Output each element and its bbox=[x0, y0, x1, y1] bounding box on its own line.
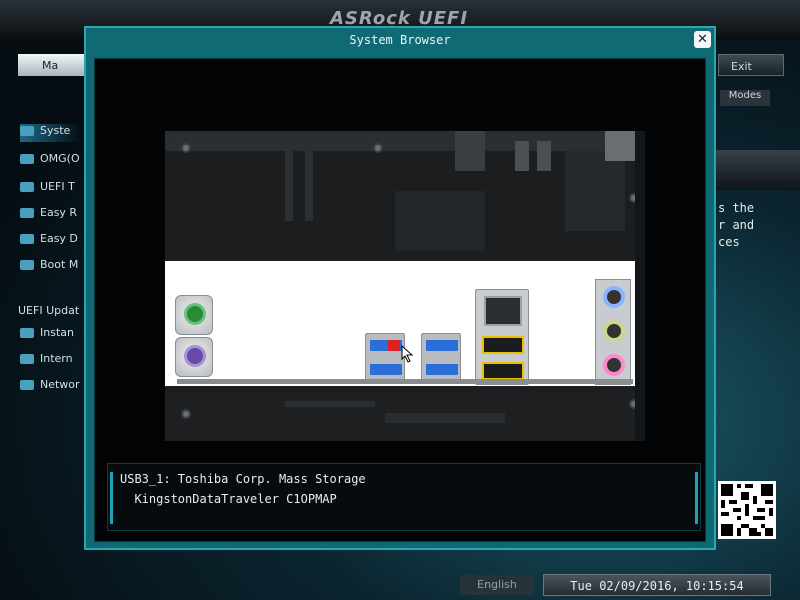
sidebar-item-easy-raid[interactable]: Easy R bbox=[20, 206, 77, 224]
easy-raid-icon bbox=[20, 208, 34, 218]
easy-driver-icon bbox=[20, 234, 34, 244]
language-button[interactable]: English bbox=[460, 575, 534, 595]
sidebar-item-system[interactable]: Syste bbox=[20, 124, 81, 142]
dialog-title: System Browser bbox=[349, 33, 451, 47]
dialog-content: USB3_1: Toshiba Corp. Mass Storage Kings… bbox=[94, 58, 706, 542]
boot-icon bbox=[20, 260, 34, 270]
sidebar-item-omg[interactable]: OMG(O bbox=[20, 152, 80, 170]
usb3-port-1[interactable] bbox=[365, 333, 405, 381]
lan-port[interactable] bbox=[475, 289, 529, 385]
uefi-update-heading: UEFI Updat bbox=[18, 304, 80, 317]
line-out-jack[interactable] bbox=[603, 320, 625, 342]
ps2-keyboard-port[interactable] bbox=[175, 295, 213, 335]
modes-button[interactable]: Modes bbox=[720, 90, 770, 106]
rear-io-panel bbox=[165, 261, 645, 386]
usb3-port-2[interactable] bbox=[421, 333, 461, 381]
sidebar-item-internet-flash[interactable]: Intern bbox=[20, 352, 73, 370]
system-icon bbox=[20, 126, 34, 136]
uefi-tech-icon bbox=[20, 182, 34, 192]
device-info-panel: USB3_1: Toshiba Corp. Mass Storage Kings… bbox=[107, 463, 701, 531]
sidebar-item-uefi-tech[interactable]: UEFI T bbox=[20, 180, 75, 198]
audio-ports bbox=[595, 279, 631, 385]
sidebar-item-easy-driver[interactable]: Easy D bbox=[20, 232, 78, 250]
close-button[interactable]: ✕ bbox=[694, 31, 711, 48]
system-browser-dialog: System Browser ✕ USB3_1: Toshiba Corp. M… bbox=[84, 26, 716, 550]
description-text: s the r and ces bbox=[718, 201, 755, 249]
datetime-display: Tue 02/09/2016, 10:15:54 bbox=[543, 574, 771, 596]
sidebar-item-boot[interactable]: Boot M bbox=[20, 258, 78, 276]
device-info-line-1: USB3_1: Toshiba Corp. Mass Storage bbox=[120, 472, 366, 486]
mic-in-jack[interactable] bbox=[603, 354, 625, 376]
omg-icon bbox=[20, 154, 34, 164]
device-info-line-2: KingstonDataTraveler C1OPMAP bbox=[120, 492, 337, 506]
qr-code-icon bbox=[718, 481, 776, 539]
right-panel-header bbox=[716, 150, 800, 190]
instant-flash-icon bbox=[20, 328, 34, 338]
sidebar-item-instant-flash[interactable]: Instan bbox=[20, 326, 74, 344]
internet-flash-icon bbox=[20, 354, 34, 364]
network-icon bbox=[20, 380, 34, 390]
main-tab[interactable]: Ma bbox=[18, 54, 90, 76]
motherboard-diagram bbox=[165, 131, 645, 441]
io-shield-rail bbox=[177, 379, 633, 384]
ps2-mouse-port[interactable] bbox=[175, 337, 213, 377]
mouse-cursor-icon bbox=[401, 345, 414, 363]
sidebar-item-network[interactable]: Networ bbox=[20, 378, 80, 396]
diagram-scrollbar[interactable] bbox=[635, 131, 645, 441]
line-in-jack[interactable] bbox=[603, 286, 625, 308]
exit-tab[interactable]: Exit bbox=[718, 54, 784, 76]
